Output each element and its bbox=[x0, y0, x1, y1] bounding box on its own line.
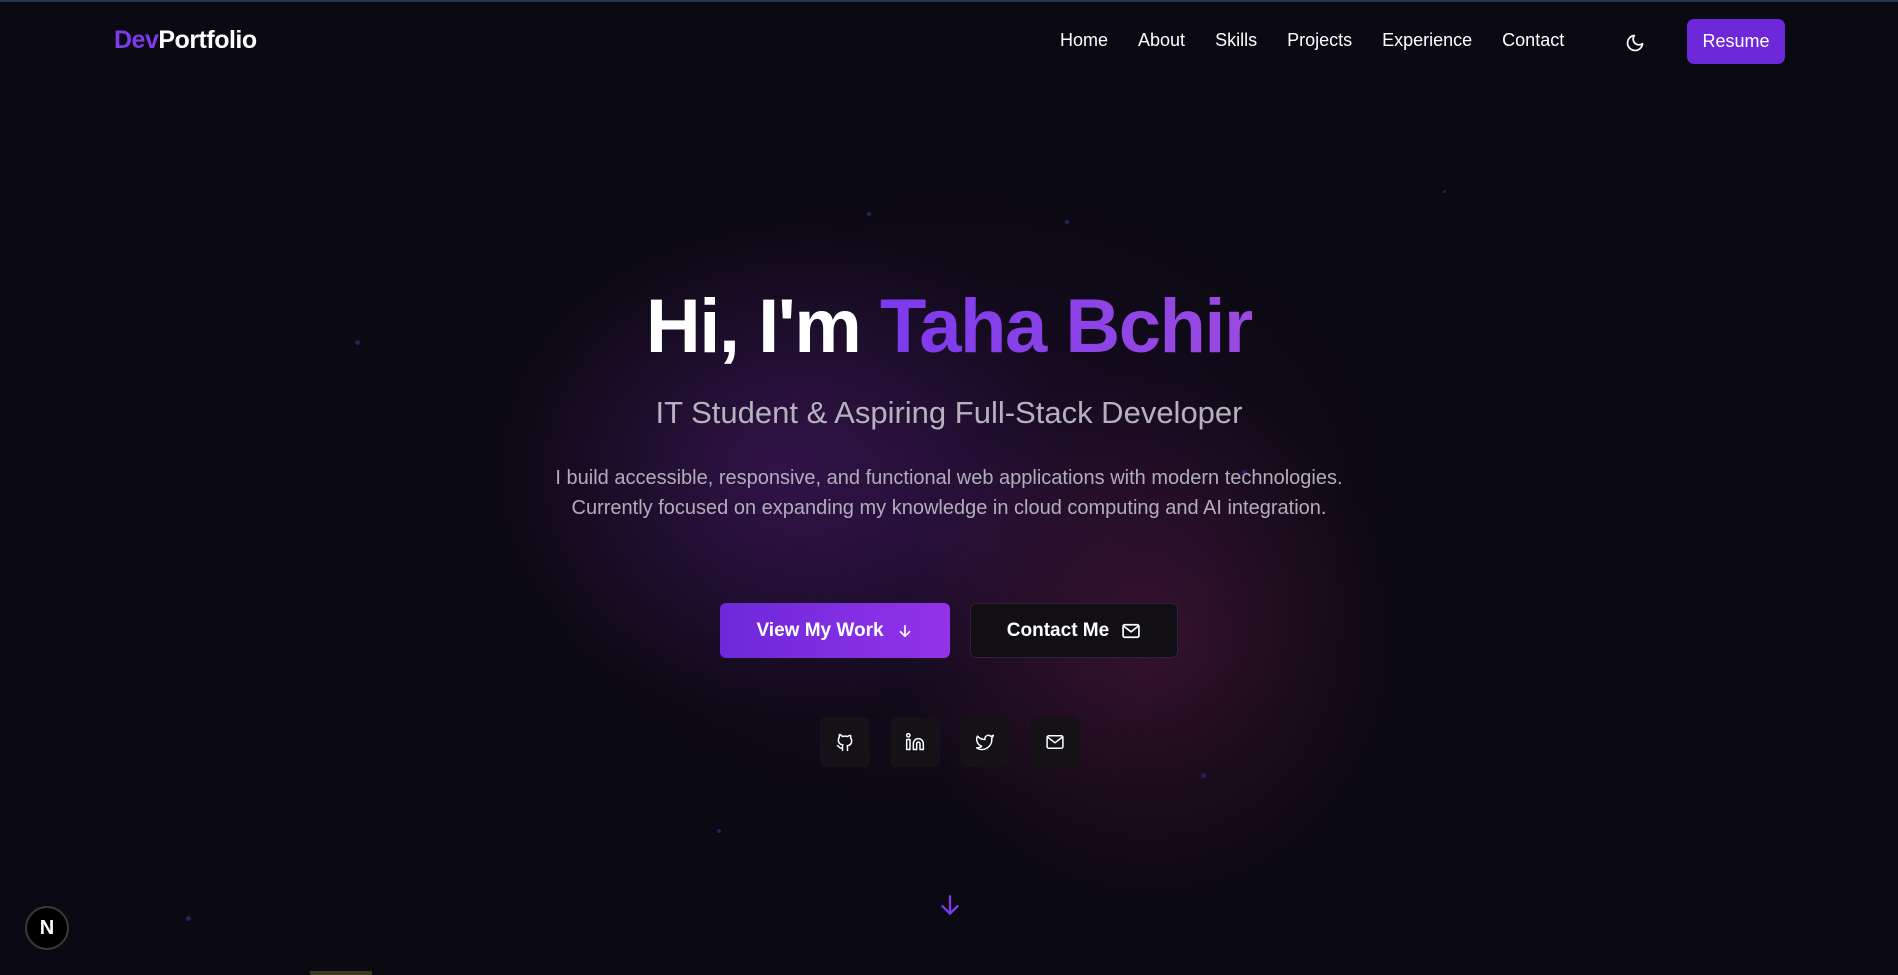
top-navbar: DevPortfolio Home About Skills Projects … bbox=[0, 0, 1898, 84]
twitter-link[interactable] bbox=[960, 717, 1010, 767]
logo-dev-text: Dev bbox=[114, 26, 159, 54]
badge-letter: N bbox=[39, 916, 55, 939]
arrow-down-icon bbox=[899, 624, 910, 637]
scroll-down-button[interactable] bbox=[935, 890, 965, 920]
contact-me-button[interactable]: Contact Me bbox=[970, 603, 1178, 658]
nav-contact[interactable]: Contact bbox=[1502, 30, 1564, 51]
linkedin-icon bbox=[905, 732, 925, 751]
view-my-work-label: View My Work bbox=[756, 619, 884, 641]
view-my-work-button[interactable]: View My Work bbox=[720, 603, 950, 658]
nav-skills[interactable]: Skills bbox=[1215, 30, 1257, 51]
decorative-dot bbox=[186, 916, 191, 921]
bottom-indicator bbox=[310, 971, 372, 975]
arrow-down-icon bbox=[941, 895, 959, 915]
nextjs-dev-badge[interactable]: N bbox=[25, 906, 69, 950]
site-logo[interactable]: DevPortfolio bbox=[114, 26, 257, 55]
github-icon bbox=[836, 733, 853, 752]
mail-icon bbox=[1122, 623, 1140, 638]
decorative-dot bbox=[1201, 773, 1206, 778]
linkedin-link[interactable] bbox=[890, 717, 940, 767]
nav-experience[interactable]: Experience bbox=[1382, 30, 1472, 51]
nav-home[interactable]: Home bbox=[1060, 30, 1108, 51]
logo-portfolio-text: Portfolio bbox=[158, 26, 257, 54]
resume-button[interactable]: Resume bbox=[1687, 19, 1785, 64]
nav-projects[interactable]: Projects bbox=[1287, 30, 1352, 51]
decorative-dot bbox=[1443, 190, 1446, 193]
theme-toggle-button[interactable] bbox=[1620, 28, 1650, 58]
hero-name: Taha Bchir bbox=[879, 284, 1254, 369]
nav-about[interactable]: About bbox=[1138, 30, 1185, 51]
main-nav: Home About Skills Projects Experience Co… bbox=[1060, 30, 1594, 51]
decorative-dot bbox=[867, 212, 871, 216]
twitter-icon bbox=[975, 734, 995, 751]
mail-icon bbox=[1046, 735, 1064, 749]
github-link[interactable] bbox=[820, 717, 870, 767]
hero-greeting: Hi, I'm bbox=[645, 284, 880, 369]
decorative-dot bbox=[717, 829, 721, 833]
email-link[interactable] bbox=[1030, 717, 1080, 767]
hero-title: Hi, I'm Taha Bchir bbox=[0, 282, 1898, 372]
hero-subtitle: IT Student & Aspiring Full-Stack Develop… bbox=[655, 395, 1243, 430]
contact-me-label: Contact Me bbox=[1006, 619, 1110, 641]
moon-icon bbox=[1626, 34, 1644, 52]
decorative-dot bbox=[1065, 220, 1069, 224]
hero-description: I build accessible, responsive, and func… bbox=[555, 467, 1343, 519]
